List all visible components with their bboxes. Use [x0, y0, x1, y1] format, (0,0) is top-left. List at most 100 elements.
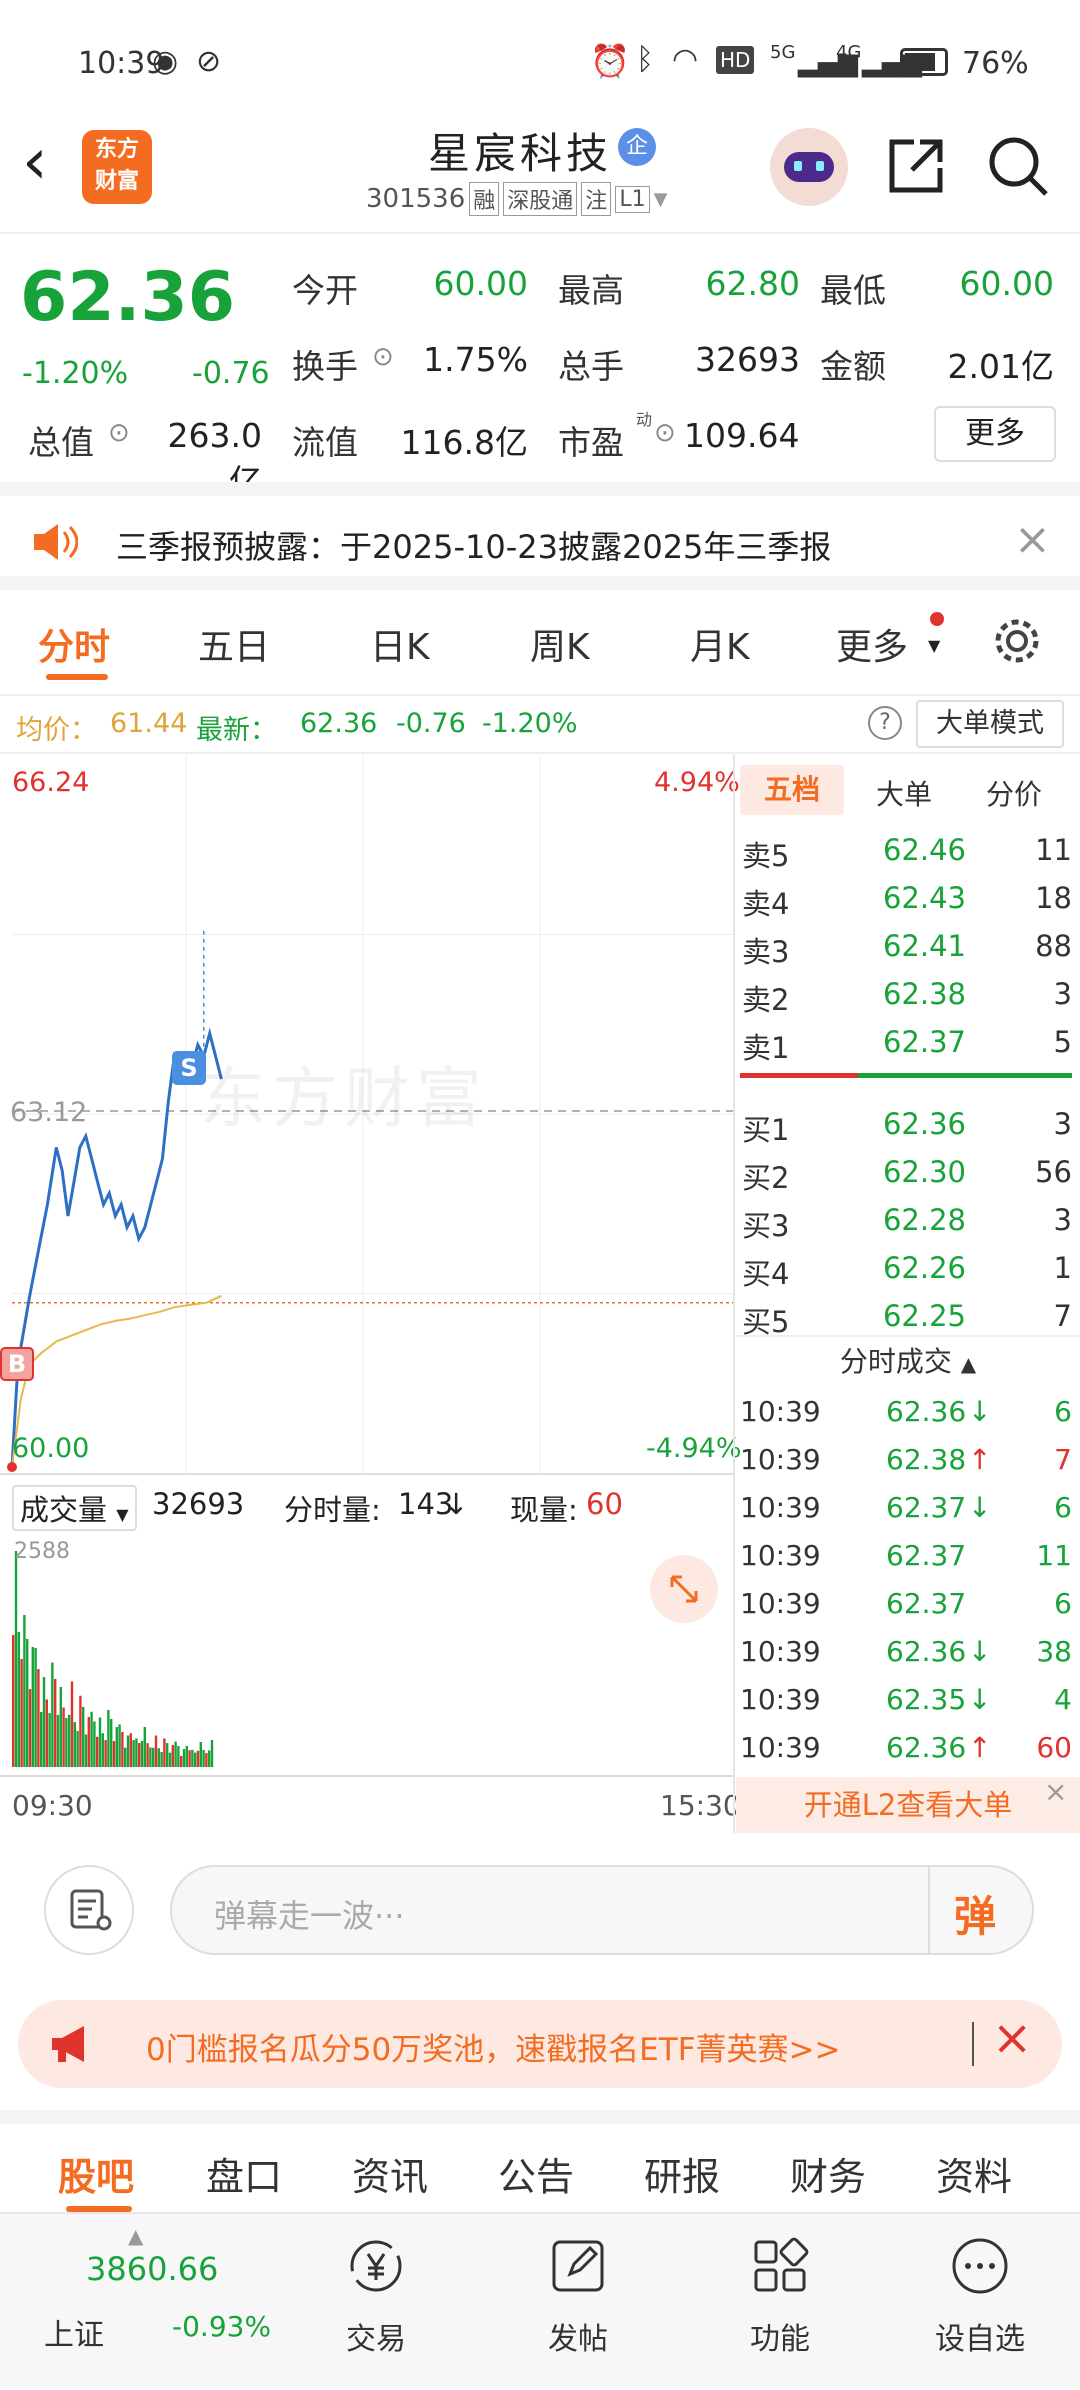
y-min-label: 60.00	[12, 1433, 90, 1464]
notice-text: 三季报预披露：于2025-10-23披露2025年三季报	[116, 528, 832, 566]
ask-label: 卖4	[742, 887, 790, 921]
low-value: 60.00	[959, 264, 1054, 303]
nav-trade[interactable]: 交易	[296, 2214, 456, 2390]
robot-avatar-icon[interactable]	[770, 128, 848, 206]
buy-marker[interactable]: B	[0, 1347, 34, 1381]
back-icon[interactable]: ‹	[22, 130, 48, 194]
tick-time: 10:39	[740, 1443, 821, 1476]
tick-time: 10:39	[740, 1491, 821, 1524]
info-icon-3[interactable]: ⊙	[654, 418, 676, 448]
close-icon[interactable]: ×	[1044, 1775, 1067, 1808]
info-icon[interactable]: ⊙	[372, 342, 394, 372]
tick-price: 62.37	[886, 1491, 967, 1524]
promo-banner[interactable]: 0门槛报名瓜分50万奖池，速戳报名ETF菁英赛>> ×	[18, 2000, 1062, 2088]
tab-price-dist[interactable]: 分价	[986, 773, 1042, 813]
nav-functions[interactable]: 功能	[700, 2214, 860, 2390]
tab-profile[interactable]: 资料	[936, 2146, 1012, 2201]
search-icon[interactable]	[986, 134, 1050, 198]
tab-orderbook[interactable]: 盘口	[206, 2146, 282, 2201]
tab-news[interactable]: 资讯	[352, 2146, 428, 2201]
turnover-label: 换手	[292, 347, 358, 386]
tick-list-header[interactable]: 分时成交 ▲	[736, 1335, 1080, 1385]
caret-down-icon: ▼	[928, 636, 941, 655]
volume-bar	[129, 1733, 132, 1767]
sell-marker[interactable]: S	[172, 1051, 206, 1085]
intraday-chart[interactable]: 东方财富 66.24 4.94% 63.12 60.00 -4.94% S B …	[0, 755, 742, 1833]
tab-minute[interactable]: 分时	[38, 618, 110, 670]
tick-volume: 11	[1036, 1539, 1072, 1572]
close-icon[interactable]: ×	[992, 2010, 1032, 2066]
volume-select[interactable]: 成交量 ▼	[12, 1485, 137, 1531]
bid-row: 买1 62.36 3	[736, 1099, 1080, 1147]
eye-icon: ◉	[152, 44, 179, 79]
info-icon-2[interactable]: ⊙	[108, 418, 130, 448]
tab-announcements[interactable]: 公告	[498, 2146, 574, 2201]
gear-icon[interactable]	[990, 614, 1044, 668]
ask-volume: 5	[1053, 1025, 1072, 1059]
danmaku-send-button[interactable]: 弹	[954, 1883, 996, 1944]
pe-label: 市盈	[558, 423, 624, 462]
y-mid-label: 63.12	[10, 1097, 88, 1128]
volume-bar	[149, 1747, 152, 1767]
time-start: 09:30	[12, 1789, 93, 1822]
volume-bar	[121, 1732, 124, 1767]
bid-volume: 56	[1035, 1155, 1072, 1189]
volume-label: 总手	[558, 347, 624, 386]
tab-forum[interactable]: 股吧	[58, 2146, 134, 2201]
big-order-mode-button[interactable]: 大单模式	[916, 700, 1064, 748]
nav-add-watchlist[interactable]: 设自选	[900, 2214, 1060, 2390]
tab-financials[interactable]: 财务	[790, 2146, 866, 2201]
sell-ratio-bar	[740, 1073, 858, 1078]
volume-bar	[140, 1741, 144, 1767]
tick-price: 62.36	[886, 1635, 967, 1668]
bid-price: 62.30	[882, 1155, 966, 1189]
volume-bar	[37, 1669, 40, 1767]
tick-direction: ↓	[968, 1683, 992, 1716]
tab-5day[interactable]: 五日	[198, 618, 270, 670]
notice-bar[interactable]: 三季报预披露：于2025-10-23披露2025年三季报 ×	[0, 482, 1080, 590]
nav-post[interactable]: 发帖	[498, 2214, 658, 2390]
bluetooth-icon: ᛒ	[636, 42, 654, 77]
volume-bar	[59, 1687, 62, 1767]
tick-volume: 6	[1054, 1587, 1072, 1620]
volume-bar	[101, 1733, 104, 1767]
buy-ratio-bar	[858, 1073, 1072, 1078]
volume-bar	[166, 1743, 169, 1767]
tick-row: 10:39 62.37 11	[736, 1531, 1080, 1579]
tab-level5[interactable]: 五档	[740, 765, 844, 815]
volume-bar	[194, 1752, 197, 1767]
expand-icon[interactable]	[650, 1555, 718, 1623]
tab-more[interactable]: 更多	[836, 618, 908, 670]
volume-bar	[17, 1632, 20, 1767]
tab-weekly[interactable]: 周K	[530, 618, 590, 670]
tick-list: 10:39 62.36 ↓ 6 10:39 62.38 ↑ 7 10:39 62.37 ↓ 6 10:3…	[736, 1387, 1080, 1777]
more-button[interactable]: 更多	[934, 406, 1056, 462]
close-icon[interactable]: ×	[1014, 514, 1051, 565]
minute-vol-label: 分时量:	[284, 1493, 381, 1527]
tag-registered: 注	[581, 182, 612, 216]
volume-bar	[56, 1715, 60, 1767]
l2-upgrade-banner[interactable]: 开通L2查看大单	[736, 1777, 1080, 1833]
volume-bar	[205, 1753, 208, 1767]
help-icon[interactable]: ?	[868, 706, 902, 740]
share-icon[interactable]	[884, 134, 948, 198]
ask-price: 62.37	[882, 1025, 966, 1059]
ask-label: 卖2	[742, 983, 790, 1017]
volume-bar	[191, 1749, 194, 1767]
chevron-down-icon[interactable]: ▼	[654, 189, 668, 210]
tab-big-order[interactable]: 大单	[876, 773, 932, 813]
tab-monthly[interactable]: 月K	[690, 618, 750, 670]
ask-volume: 18	[1035, 881, 1072, 915]
tick-volume: 4	[1054, 1683, 1072, 1716]
ask-row: 卖3 62.41 88	[736, 921, 1080, 969]
tab-research[interactable]: 研报	[644, 2146, 720, 2201]
danmaku-input[interactable]: 弹幕走一波··· 弹	[170, 1865, 1034, 1955]
index-ticker[interactable]: ▲ 3860.66 上证 -0.93%	[30, 2214, 271, 2390]
danmaku-settings-icon[interactable]	[44, 1865, 134, 1955]
brand-logo[interactable]: 东方 财富	[82, 130, 152, 204]
tick-volume: 7	[1054, 1443, 1072, 1476]
last-value: 62.36	[300, 708, 378, 739]
time-axis: 09:30 15:30	[0, 1775, 741, 1833]
edit-icon	[552, 2240, 604, 2292]
tab-daily[interactable]: 日K	[370, 618, 430, 670]
